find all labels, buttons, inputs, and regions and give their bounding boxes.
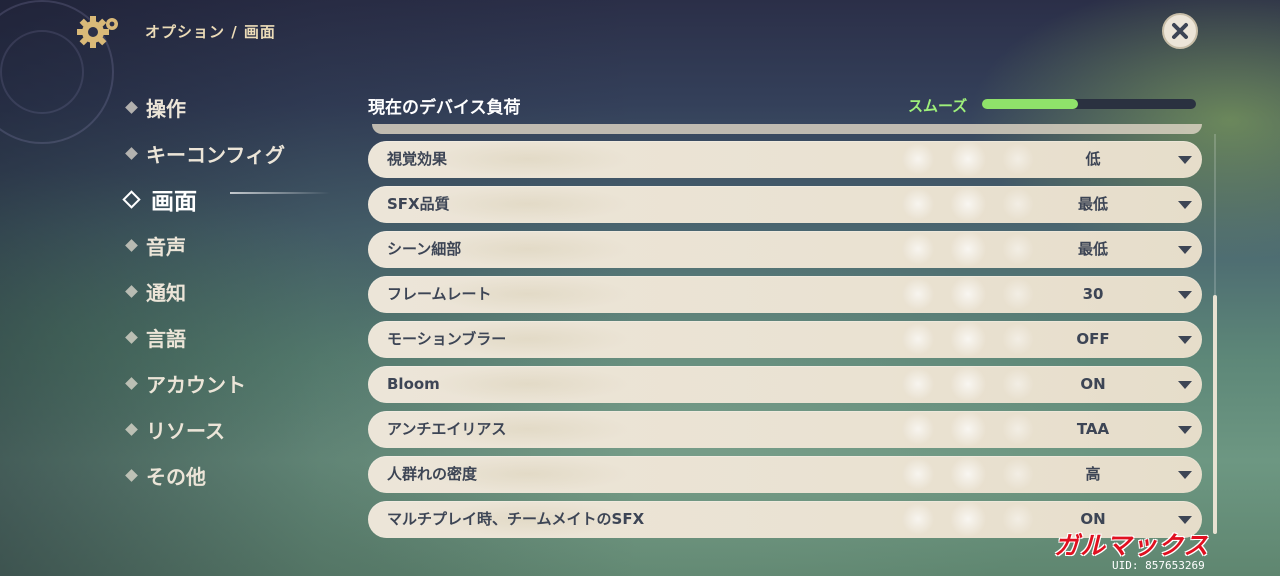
row-decoration	[428, 366, 628, 403]
diamond-bullet-icon	[125, 468, 138, 482]
chevron-down-icon[interactable]	[1178, 336, 1192, 344]
setting-row-bloom[interactable]: Bloom ON	[368, 366, 1202, 403]
setting-row-crowd-density[interactable]: 人群れの密度 高	[368, 456, 1202, 493]
row-decoration	[888, 276, 1048, 313]
diamond-bullet-icon	[125, 284, 138, 298]
diamond-bullet-icon	[125, 422, 138, 436]
row-decoration	[888, 501, 1048, 538]
setting-label: Bloom	[387, 375, 440, 393]
diamond-bullet-icon	[125, 376, 138, 390]
diamond-bullet-icon	[125, 146, 138, 160]
setting-value: 低	[1085, 150, 1101, 168]
active-item-glow	[230, 192, 330, 194]
row-decoration	[428, 141, 628, 178]
setting-row-anti-aliasing[interactable]: アンチエイリアス TAA	[368, 411, 1202, 448]
row-decoration	[888, 141, 1048, 178]
row-decoration	[888, 186, 1048, 223]
chevron-down-icon[interactable]	[1178, 516, 1192, 524]
close-button[interactable]	[1162, 13, 1198, 49]
row-decoration	[888, 231, 1048, 268]
sidebar-item-controls[interactable]: 操作	[122, 84, 352, 130]
chevron-down-icon[interactable]	[1178, 246, 1192, 254]
sidebar-item-account[interactable]: アカウント	[122, 360, 352, 406]
setting-row-frame-rate[interactable]: フレームレート 30	[368, 276, 1202, 313]
setting-row-scene-detail[interactable]: シーン細部 最低	[368, 231, 1202, 268]
setting-label: マルチプレイ時、チームメイトのSFX	[387, 510, 645, 528]
player-uid: UID: 857653269	[1112, 559, 1205, 572]
sidebar-item-label: 通知	[146, 280, 186, 305]
setting-label: フレームレート	[387, 285, 492, 303]
diamond-bullet-icon	[125, 100, 138, 114]
sidebar-item-label: 画面	[151, 189, 197, 215]
row-decoration	[888, 456, 1048, 493]
sidebar-item-language[interactable]: 言語	[122, 314, 352, 360]
setting-value: 最低	[1077, 240, 1108, 258]
diamond-selected-icon	[122, 189, 141, 209]
device-load-meter-fill	[982, 99, 1079, 109]
setting-value: 最低	[1077, 195, 1108, 213]
row-decoration	[888, 321, 1048, 358]
sidebar-item-graphics[interactable]: 画面	[122, 176, 352, 222]
watermark-logo: ガルマックス	[1054, 531, 1210, 560]
setting-row-sfx-quality[interactable]: SFX品質 最低	[368, 186, 1202, 223]
setting-label: モーションブラー	[387, 330, 507, 348]
breadcrumb: オプション / 画面	[145, 23, 276, 41]
setting-value: ON	[1080, 375, 1106, 393]
sidebar-item-notifications[interactable]: 通知	[122, 268, 352, 314]
sidebar-item-label: キーコンフィグ	[146, 142, 285, 167]
device-load-status: スムーズ	[908, 97, 968, 115]
chevron-down-icon[interactable]	[1178, 201, 1192, 209]
setting-value: 30	[1082, 285, 1104, 303]
setting-row-motion-blur[interactable]: モーションブラー OFF	[368, 321, 1202, 358]
chevron-down-icon[interactable]	[1178, 291, 1192, 299]
chevron-down-icon[interactable]	[1178, 381, 1192, 389]
diamond-bullet-icon	[125, 330, 138, 344]
setting-label: SFX品質	[387, 195, 450, 213]
setting-label: 人群れの密度	[387, 465, 478, 483]
setting-row-visual-effects[interactable]: 視覚効果 低	[368, 141, 1202, 178]
top-bar: オプション / 画面	[0, 0, 1280, 62]
diamond-bullet-icon	[125, 238, 138, 252]
sidebar-item-label: その他	[146, 464, 206, 489]
setting-value: TAA	[1076, 420, 1110, 438]
sidebar-item-label: 操作	[146, 96, 186, 121]
close-icon	[1172, 23, 1188, 39]
sidebar-item-resources[interactable]: リソース	[122, 406, 352, 452]
scrollbar-thumb[interactable]	[1213, 295, 1217, 534]
sidebar-item-label: リソース	[146, 418, 225, 443]
device-load-title: 現在のデバイス負荷	[368, 98, 521, 118]
options-sidebar: 操作 キーコンフィグ 画面 音声 通知 言語 アカウント リソース その他	[122, 84, 352, 498]
chevron-down-icon[interactable]	[1178, 471, 1192, 479]
chevron-down-icon[interactable]	[1178, 156, 1192, 164]
setting-label: アンチエイリアス	[387, 420, 507, 438]
sidebar-item-audio[interactable]: 音声	[122, 222, 352, 268]
row-decoration	[888, 411, 1048, 448]
sidebar-item-label: 言語	[146, 326, 186, 351]
sidebar-item-label: アカウント	[146, 372, 246, 397]
setting-row-partial	[372, 124, 1202, 134]
chevron-down-icon[interactable]	[1178, 426, 1192, 434]
setting-value: 高	[1085, 465, 1101, 483]
sidebar-item-key-config[interactable]: キーコンフィグ	[122, 130, 352, 176]
row-decoration	[428, 186, 628, 223]
setting-label: シーン細部	[387, 240, 462, 258]
row-decoration	[888, 366, 1048, 403]
sidebar-item-label: 音声	[146, 234, 186, 259]
device-load-meter	[982, 99, 1196, 109]
setting-label: 視覚効果	[387, 150, 448, 168]
sidebar-item-other[interactable]: その他	[122, 452, 352, 498]
gear-icon	[76, 12, 122, 52]
setting-value: OFF	[1076, 330, 1110, 348]
